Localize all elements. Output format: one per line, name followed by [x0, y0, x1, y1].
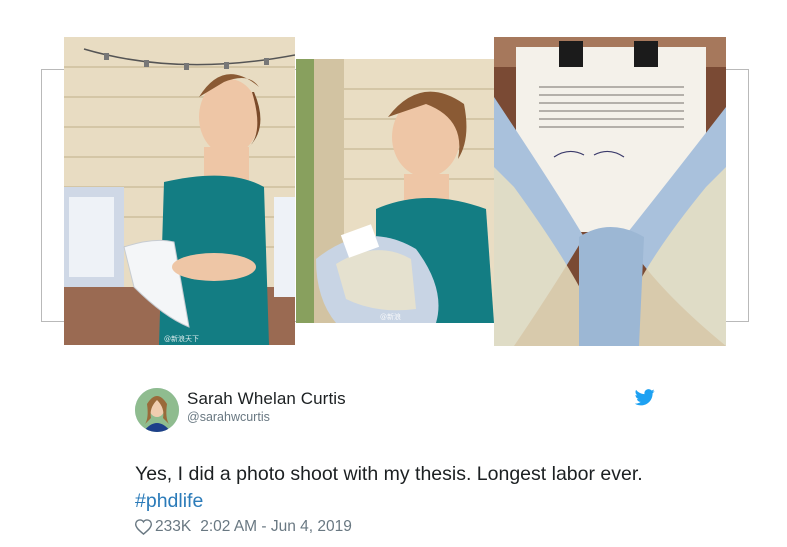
- photo-watermark: @新浪: [380, 313, 401, 321]
- hashtag-link[interactable]: #phdlife: [135, 490, 203, 512]
- photo-3[interactable]: [494, 37, 726, 346]
- tweet-card: @新浪天下 @新浪 Sarah Whelan Curtis @sarahwcur…: [0, 0, 787, 547]
- twitter-bird-icon[interactable]: [635, 389, 655, 406]
- like-count[interactable]: 233K: [155, 518, 191, 536]
- tweet-text: Yes, I did a photo shoot with my thesis.…: [135, 461, 655, 515]
- user-handle[interactable]: @sarahwcurtis: [187, 410, 270, 424]
- photo-watermark: @新浪天下: [164, 335, 199, 343]
- tweet-meta: 233K 2:02 AM - Jun 4, 2019: [135, 518, 352, 536]
- photo-2[interactable]: @新浪: [296, 59, 494, 323]
- photo-1[interactable]: @新浪天下: [64, 37, 295, 345]
- tweet-timestamp[interactable]: 2:02 AM - Jun 4, 2019: [200, 518, 352, 536]
- heart-icon[interactable]: [135, 519, 152, 535]
- tweet-body: Yes, I did a photo shoot with my thesis.…: [135, 463, 643, 485]
- display-name[interactable]: Sarah Whelan Curtis: [187, 389, 346, 409]
- avatar[interactable]: [135, 388, 179, 432]
